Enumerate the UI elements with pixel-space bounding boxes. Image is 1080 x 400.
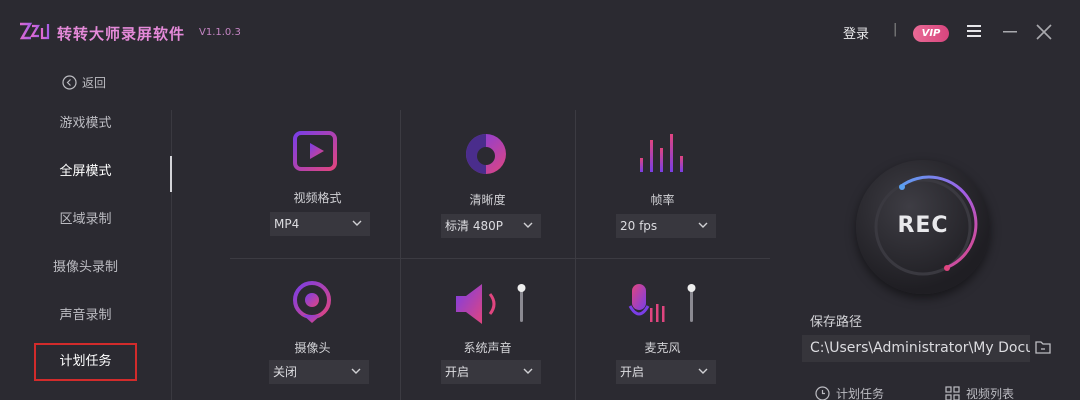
grid-divider [400,110,401,258]
video-format-icon [293,131,337,171]
save-path-field[interactable]: C:\Users\Administrator\My Documents [802,335,1030,362]
title-bar: 转转大师录屏软件 V1.1.0.3 登录 | VIP [0,0,1080,62]
chevron-down-icon [523,368,533,374]
video-format-value: MP4 [274,217,300,231]
camera-value: 关闭 [273,365,298,379]
video-format-label: 视频格式 [293,191,342,205]
microphone-label: 麦克风 [644,341,681,355]
camera-label: 摄像头 [294,341,331,355]
system-sound-value: 开启 [445,365,470,379]
camera-select[interactable]: 关闭 [269,360,369,384]
chevron-down-icon [351,368,361,374]
sidebar-item-camera-record[interactable]: 摄像头录制 [34,249,137,287]
schedule-task-label: 计划任务 [836,387,885,400]
grid-divider [400,258,401,400]
folder-icon[interactable] [1034,338,1052,356]
camera-icon [293,281,331,323]
framerate-icon [640,134,683,172]
app-version: V1.1.0.3 [199,27,241,38]
rec-button[interactable]: REC [856,160,990,294]
microphone-value: 开启 [620,365,645,379]
sidebar-item-scheduled-task[interactable]: 计划任务 [34,343,137,381]
sidebar-item-region-record[interactable]: 区域录制 [34,201,137,239]
menu-icon[interactable] [964,18,986,44]
back-label: 返回 [82,76,107,90]
login-button[interactable]: 登录 [843,23,869,42]
back-arrow-icon [62,75,77,90]
active-indicator [170,156,172,192]
video-format-select[interactable]: MP4 [270,212,370,236]
grid-divider [575,110,576,258]
app-logo-icon [19,22,50,40]
sidebar-item-game-mode[interactable]: 游戏模式 [34,105,137,143]
schedule-task-link[interactable]: 计划任务 [815,385,884,400]
header-separator: | [893,22,898,37]
close-icon[interactable] [1033,18,1055,44]
vip-badge[interactable]: VIP [913,25,949,42]
system-sound-label: 系统声音 [463,341,512,355]
speaker-icon [456,284,526,324]
grid-icon [945,386,960,400]
microphone-icon [628,284,696,322]
grid-divider [575,258,576,400]
rec-label: REC [897,213,949,238]
framerate-select[interactable]: 20 fps [616,214,716,238]
sidebar-item-audio-record[interactable]: 声音录制 [34,297,137,335]
chevron-down-icon [352,220,362,226]
clarity-value: 标清 480P [445,219,503,233]
sidebar-divider [171,110,172,400]
video-list-label: 视频列表 [966,387,1015,400]
chevron-down-icon [698,368,708,374]
chevron-down-icon [698,222,708,228]
clarity-select[interactable]: 标清 480P [441,214,541,238]
save-path-label: 保存路径 [810,315,863,330]
grid-divider [230,258,770,259]
back-button[interactable]: 返回 [62,74,106,91]
sidebar-item-fullscreen-mode[interactable]: 全屏模式 [34,153,137,191]
video-list-link[interactable]: 视频列表 [945,385,1014,400]
system-sound-select[interactable]: 开启 [441,360,541,384]
framerate-value: 20 fps [620,219,658,233]
minimize-icon[interactable] [1000,18,1022,44]
framerate-label: 帧率 [650,193,675,207]
clarity-icon [466,134,506,174]
clarity-label: 清晰度 [469,193,506,207]
clock-icon [815,386,830,400]
app-title: 转转大师录屏软件 [57,25,186,43]
microphone-select[interactable]: 开启 [616,360,716,384]
chevron-down-icon [523,222,533,228]
